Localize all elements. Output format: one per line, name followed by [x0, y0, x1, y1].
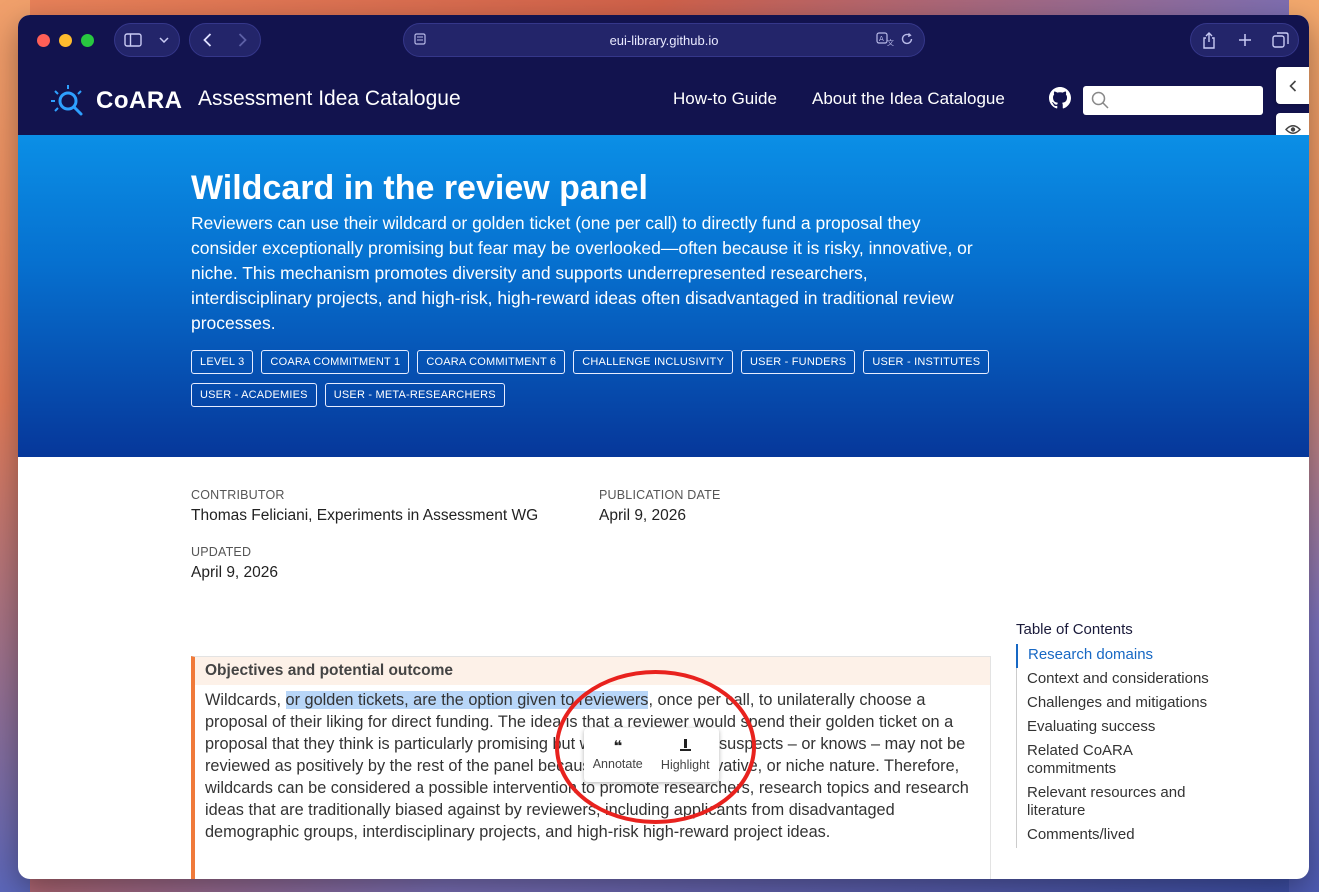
page-title: Wildcard in the review panel — [191, 169, 648, 207]
table-of-contents: Table of Contents Research domains Conte… — [1016, 621, 1216, 848]
publication-date-label: PUBLICATION DATE — [599, 488, 721, 502]
tag-level[interactable]: LEVEL 3 — [191, 350, 254, 374]
site-navbar: CoARA Assessment Idea Catalogue How-to G… — [18, 67, 1309, 135]
share-icon[interactable] — [1191, 24, 1227, 56]
contributor-label: CONTRIBUTOR — [191, 488, 285, 502]
tag-list: LEVEL 3 COARA COMMITMENT 1 COARA COMMITM… — [191, 350, 991, 407]
contributor-value: Thomas Feliciani, Experiments in Assessm… — [191, 507, 539, 524]
github-icon[interactable] — [1049, 87, 1071, 109]
address-bar[interactable]: eui-library.github.io A文 — [403, 23, 925, 57]
new-tab-plus-icon[interactable] — [1227, 24, 1263, 56]
tab-overview-icon[interactable] — [1262, 24, 1298, 56]
collapse-sidebar-chevron-icon[interactable] — [1276, 67, 1309, 104]
history-nav-group — [189, 23, 261, 57]
translate-icon[interactable]: A文 — [876, 32, 894, 49]
toc-item-related-commitments[interactable]: Related CoARA commitments — [1017, 740, 1216, 782]
reader-mode-icon[interactable] — [414, 33, 428, 48]
nav-link-how-to-guide[interactable]: How-to Guide — [673, 89, 777, 109]
chevron-down-icon[interactable] — [151, 24, 177, 56]
toc-item-challenges[interactable]: Challenges and mitigations — [1017, 692, 1216, 716]
browser-window: eui-library.github.io A文 CoARA Assessmen… — [18, 15, 1309, 879]
site-title[interactable]: Assessment Idea Catalogue — [198, 87, 461, 111]
tag-user-academies[interactable]: USER - ACADEMIES — [191, 383, 317, 407]
reload-icon[interactable] — [900, 32, 914, 49]
tag-user-meta-researchers[interactable]: USER - META-RESEARCHERS — [324, 383, 505, 407]
red-emphasis-circle — [555, 670, 756, 824]
toc-item-context[interactable]: Context and considerations — [1017, 668, 1216, 692]
tag-commitment-1[interactable]: COARA COMMITMENT 1 — [261, 350, 410, 374]
forward-arrow-icon[interactable] — [225, 24, 260, 56]
toc-title: Table of Contents — [1016, 621, 1133, 638]
hero-banner: Wildcard in the review panel Reviewers c… — [18, 135, 1309, 457]
toc-item-evaluating-success[interactable]: Evaluating success — [1017, 716, 1216, 740]
back-arrow-icon[interactable] — [190, 24, 225, 56]
window-controls — [37, 34, 94, 47]
svg-text:A: A — [879, 35, 884, 43]
search-icon — [1091, 91, 1109, 109]
toc-item-resources[interactable]: Relevant resources and literature — [1017, 782, 1216, 824]
coara-logo-icon[interactable] — [50, 83, 86, 119]
tag-user-institutes[interactable]: USER - INSTITUTES — [863, 350, 990, 374]
callout-text-start: Wildcards, — [205, 691, 286, 709]
site-search-input[interactable] — [1083, 86, 1263, 115]
nav-link-about[interactable]: About the Idea Catalogue — [812, 89, 1005, 109]
sidebar-toggle-group — [114, 23, 180, 57]
page-summary: Reviewers can use their wildcard or gold… — [191, 213, 973, 333]
maximize-window-button[interactable] — [81, 34, 94, 47]
minimize-window-button[interactable] — [59, 34, 72, 47]
toc-list: Research domains Context and considerati… — [1016, 644, 1216, 848]
svg-text:文: 文 — [887, 38, 894, 46]
publication-date-value: April 9, 2026 — [599, 507, 687, 524]
callout-heading: Objectives and potential outcome — [195, 657, 990, 685]
browser-toolbar: eui-library.github.io A文 — [18, 15, 1309, 67]
tag-challenge-inclusivity[interactable]: CHALLENGE INCLUSIVITY — [573, 350, 734, 374]
tag-commitment-6[interactable]: COARA COMMITMENT 6 — [417, 350, 566, 374]
toc-item-research-domains[interactable]: Research domains — [1016, 644, 1216, 668]
coara-logo-text[interactable]: CoARA — [96, 87, 183, 115]
updated-label: UPDATED — [191, 545, 252, 559]
url-text: eui-library.github.io — [609, 32, 719, 48]
updated-value: April 9, 2026 — [191, 564, 279, 581]
toolbar-actions-group — [1190, 23, 1299, 57]
sidebar-icon[interactable] — [115, 24, 151, 56]
close-window-button[interactable] — [37, 34, 50, 47]
toc-item-comments[interactable]: Comments/lived — [1017, 824, 1216, 848]
tag-user-funders[interactable]: USER - FUNDERS — [741, 350, 856, 374]
